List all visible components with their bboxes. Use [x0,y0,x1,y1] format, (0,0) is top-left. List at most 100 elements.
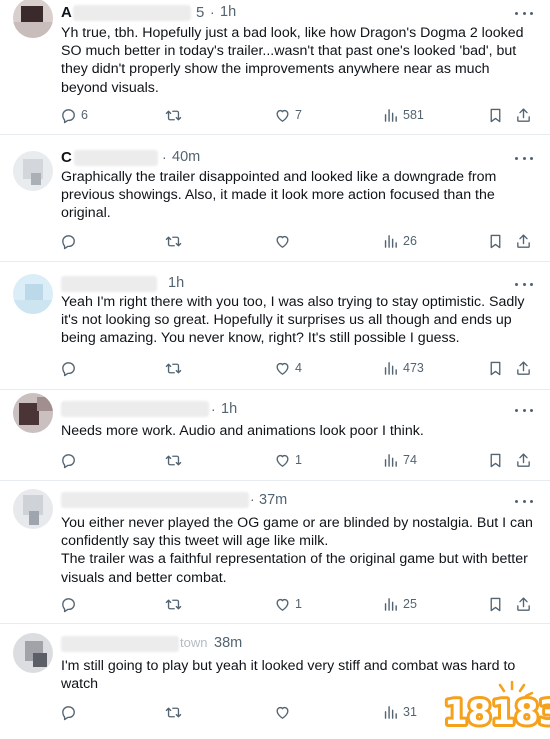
retweet-button[interactable] [165,231,186,251]
reply-button[interactable] [60,702,81,722]
watermark-logo: 18183 [440,678,550,736]
tweet-actions: 1 74 [60,450,540,470]
tweet[interactable]: 1h Yeah I'm right there with you too, I … [0,262,550,390]
view-count: 25 [403,597,417,611]
avatar[interactable] [13,274,53,314]
retweet-icon [165,599,182,609]
tweet-actions: 4 473 [60,358,540,378]
like-button[interactable]: 4 [274,358,302,378]
views-button[interactable]: 581 [382,105,424,125]
tweet[interactable]: · 1h Needs more work. Audio and animatio… [0,390,550,481]
tweet-time[interactable]: 40m [172,149,200,165]
reply-icon [62,705,75,720]
reply-button[interactable] [60,450,81,470]
like-icon [276,235,289,248]
bookmark-icon [490,597,501,611]
view-count: 31 [403,705,417,719]
author-name-redacted [73,5,191,21]
retweet-button[interactable] [165,702,186,722]
more-icon[interactable] [515,403,533,417]
views-icon [384,234,397,248]
views-icon [384,453,397,467]
share-button[interactable] [515,450,532,470]
retweet-button[interactable] [165,450,186,470]
time-separator: · [210,4,215,20]
like-button[interactable]: 7 [274,105,302,125]
tweet[interactable]: · 37m You either never played the OG gam… [0,481,550,624]
tweet-time[interactable]: 1h [220,4,236,20]
tweet-time[interactable]: 37m [259,492,287,508]
time-separator: · [211,401,216,417]
tweet[interactable]: C · 40m Graphically the trailer disappoi… [0,135,550,262]
tweet-actions: 26 [60,231,540,251]
author-name-redacted [61,401,209,417]
like-count: 1 [295,453,302,467]
more-icon[interactable] [515,277,533,291]
bookmark-button[interactable] [487,105,504,125]
avatar[interactable] [13,633,53,673]
more-icon[interactable] [515,494,533,508]
time-separator: · [162,149,167,165]
tweet-text: You either never played the OG game or a… [61,515,533,586]
tweet-time[interactable]: 38m [214,635,242,651]
author-handle-suffix: 5 [196,4,205,21]
view-count: 473 [403,361,424,375]
views-button[interactable]: 74 [382,450,417,470]
author-handle-suffix: town [180,635,208,650]
share-icon [517,107,530,122]
like-button[interactable]: 1 [274,594,302,614]
retweet-icon [165,707,182,717]
like-button[interactable] [274,231,295,251]
time-separator: · [250,491,255,507]
retweet-button[interactable] [165,594,186,614]
reply-button[interactable] [60,358,81,378]
bookmark-icon [490,453,501,467]
retweet-button[interactable] [165,105,186,125]
view-count: 581 [403,108,424,122]
like-button[interactable]: 1 [274,450,302,470]
avatar[interactable] [13,393,53,433]
view-count: 26 [403,234,417,248]
reply-button[interactable] [60,594,81,614]
views-button[interactable]: 473 [382,358,424,378]
reply-icon [62,453,75,468]
more-icon[interactable] [515,6,533,20]
reply-button[interactable] [60,231,81,251]
author-name-initial[interactable]: A [61,4,72,21]
views-icon [384,108,397,122]
author-name-initial[interactable]: C [61,149,72,166]
views-button[interactable]: 25 [382,594,417,614]
views-icon [384,597,397,611]
tweet-time[interactable]: 1h [168,275,184,291]
views-icon [384,705,397,719]
bookmark-button[interactable] [487,594,504,614]
avatar[interactable] [13,489,53,529]
retweet-icon [165,110,182,120]
views-button[interactable]: 26 [382,231,417,251]
author-name-redacted [61,276,157,292]
like-button[interactable] [274,702,295,722]
bookmark-button[interactable] [487,231,504,251]
share-button[interactable] [515,105,532,125]
more-icon[interactable] [515,151,533,165]
reply-button[interactable]: 6 [60,105,88,125]
tweet-actions: 6 7 581 [60,105,540,125]
share-button[interactable] [515,358,532,378]
share-button[interactable] [515,594,532,614]
share-button[interactable] [515,231,532,251]
share-icon [517,596,530,611]
reply-count: 6 [81,108,88,122]
bookmark-button[interactable] [487,358,504,378]
avatar[interactable] [13,0,53,38]
like-icon [276,598,289,611]
retweet-icon [165,455,182,465]
tweet-actions: 1 25 [60,594,540,614]
tweet-time[interactable]: 1h [221,401,237,417]
bookmark-button[interactable] [487,450,504,470]
avatar[interactable] [13,151,53,191]
views-button[interactable]: 31 [382,702,417,722]
retweet-button[interactable] [165,358,186,378]
tweet[interactable]: A 5 · 1h Yh true, tbh. Hopefully just a … [0,0,550,135]
reply-icon [62,108,75,123]
views-icon [384,361,397,375]
